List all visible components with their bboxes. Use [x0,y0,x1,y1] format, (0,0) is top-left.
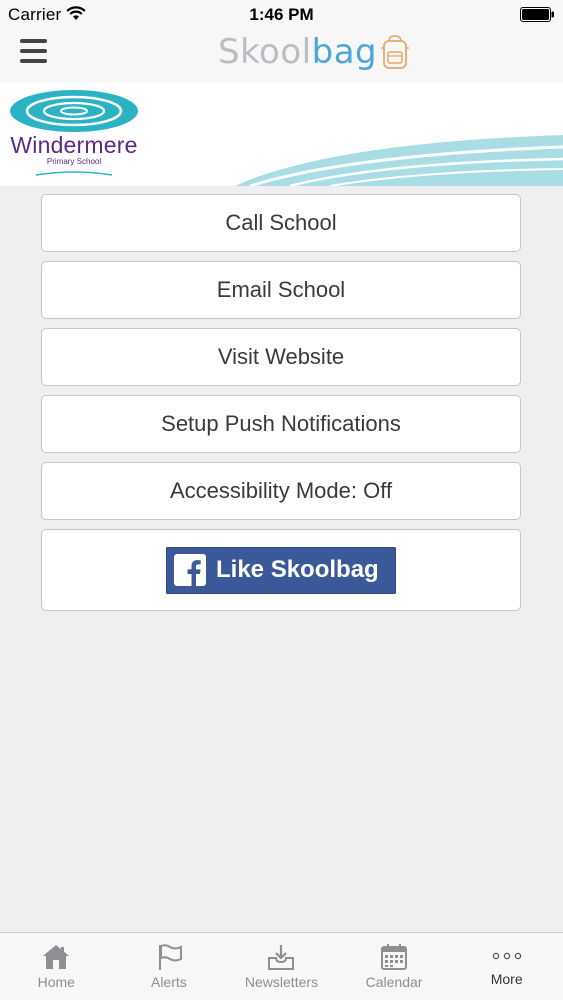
tab-calendar[interactable]: Calendar [338,933,451,1000]
tab-label: Calendar [365,974,423,990]
tab-bar: Home Alerts Newsletters Calendar More [0,932,563,1000]
tab-label: More [490,971,523,987]
tab-more[interactable]: More [450,933,563,1000]
facebook-like-container: Like Skoolbag [41,529,521,611]
status-bar: Carrier 1:46 PM [0,0,563,28]
school-subtitle: Primary School [46,157,102,166]
call-school-button[interactable]: Call School [41,194,521,252]
flag-icon [158,944,182,970]
facebook-like-label: Like Skoolbag [216,556,379,583]
battery-icon [520,7,554,22]
brand-text-skool: Skool [218,32,312,72]
home-icon [43,945,70,969]
brand-text-bag: bag [311,32,378,72]
visit-website-button[interactable]: Visit Website [41,328,521,386]
tab-label: Newsletters [244,974,319,990]
tab-newsletters[interactable]: Newsletters [225,933,338,1000]
status-time: 1:46 PM [249,5,314,24]
accessibility-mode-button[interactable]: Accessibility Mode: Off [41,462,521,520]
brand-logo: Skool bag [218,32,411,72]
inbox-download-icon [268,945,295,970]
nav-bar: Skool bag [0,28,563,83]
action-list: Call School Email School Visit Website S… [41,194,521,620]
facebook-icon [174,554,206,586]
school-name: Windermere [10,132,138,158]
school-banner: Windermere Primary School [0,83,563,186]
tab-label: Alerts [150,974,187,990]
tab-home[interactable]: Home [0,933,113,1000]
tab-alerts[interactable]: Alerts [113,933,226,1000]
more-dots-icon [492,952,521,960]
email-school-button[interactable]: Email School [41,261,521,319]
tab-label: Home [37,974,75,990]
facebook-like-button[interactable]: Like Skoolbag [166,546,396,594]
setup-push-notifications-button[interactable]: Setup Push Notifications [41,395,521,453]
hamburger-menu-icon[interactable] [20,39,50,65]
calendar-icon [381,944,408,970]
school-bag-icon [381,35,410,69]
